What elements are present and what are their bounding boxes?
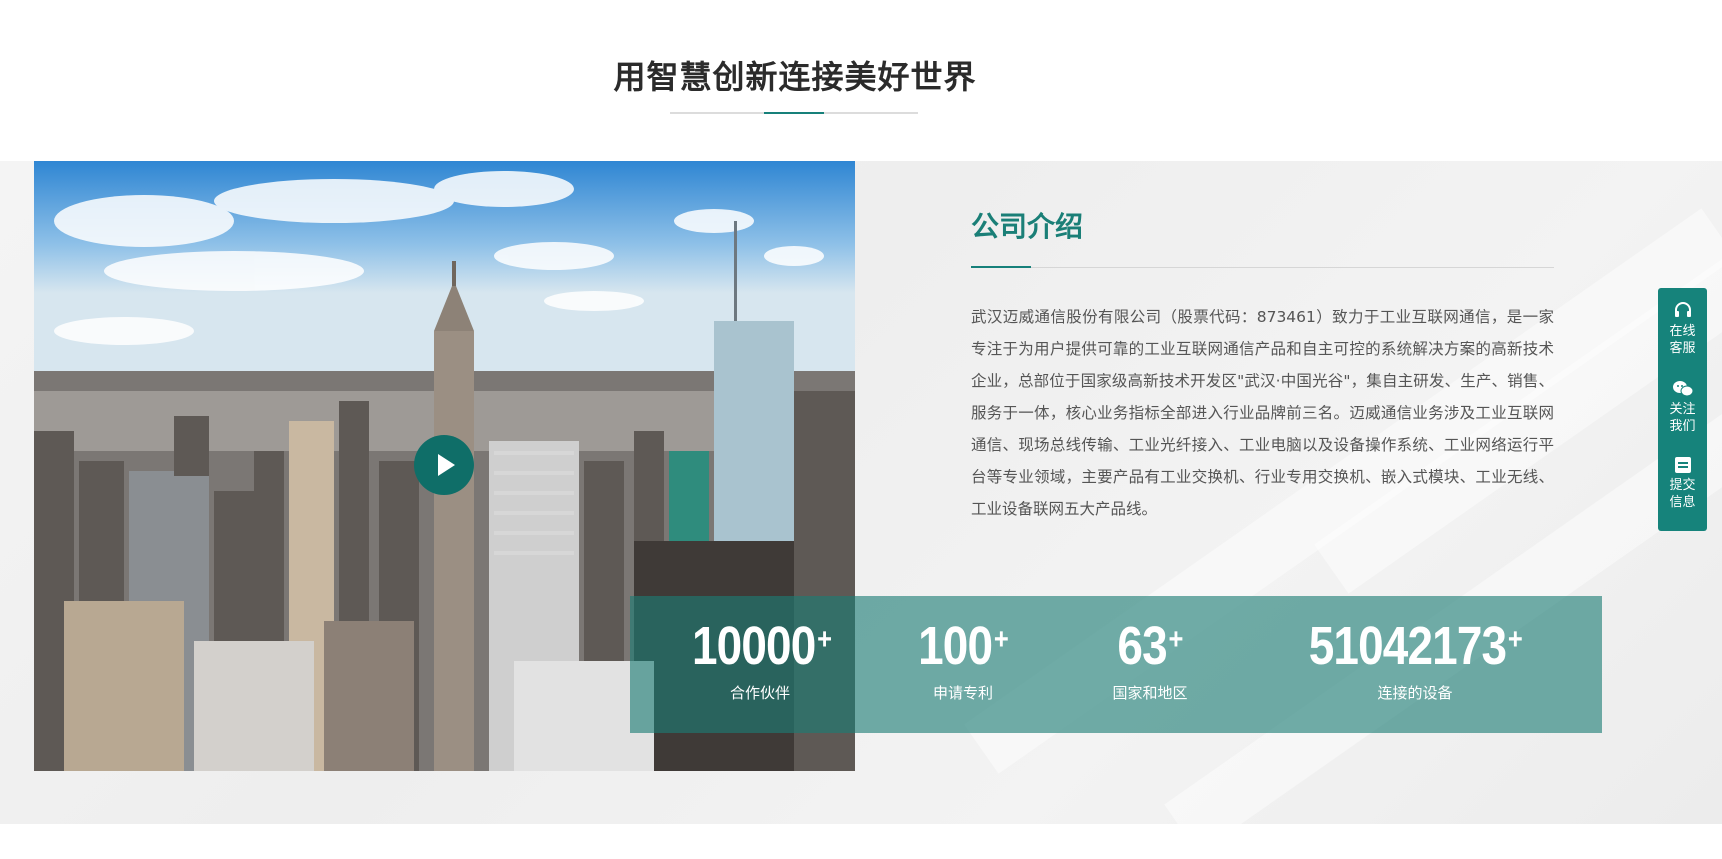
stat-devices: 51042173+ 连接的设备 bbox=[1290, 616, 1540, 703]
online-service-label: 在线客服 bbox=[1669, 324, 1696, 356]
stat-label: 国家和地区 bbox=[1112, 684, 1188, 702]
follow-us-label: 关注我们 bbox=[1669, 402, 1696, 434]
headset-icon bbox=[1674, 302, 1691, 317]
submit-info-label: 提交信息 bbox=[1669, 478, 1696, 510]
video-play-button[interactable] bbox=[414, 435, 474, 495]
floating-contact-panel: 在线客服 关注我们 提交信息 bbox=[1658, 288, 1707, 531]
follow-us-button[interactable]: 关注我们 bbox=[1658, 380, 1707, 435]
stat-label: 连接的设备 bbox=[1377, 684, 1453, 702]
stat-value: 10000+ bbox=[692, 616, 832, 676]
section-header: 用智慧创新连接美好世界 bbox=[0, 0, 1722, 160]
intro-title: 公司介绍 bbox=[971, 210, 1084, 243]
stat-label: 合作伙伴 bbox=[729, 684, 790, 702]
submit-info-button[interactable]: 提交信息 bbox=[1658, 456, 1707, 511]
stat-value: 63+ bbox=[1117, 616, 1183, 676]
wechat-icon bbox=[1672, 381, 1693, 397]
form-icon bbox=[1674, 457, 1691, 473]
stat-countries: 63+ 国家和地区 bbox=[1100, 616, 1200, 703]
stats-bar: 10000+ 合作伙伴 100+ 申请专利 63+ 国家和地区 51042173… bbox=[630, 596, 1602, 733]
play-icon bbox=[438, 454, 455, 476]
intro-text: 武汉迈威通信股份有限公司（股票代码：873461）致力于工业互联网通信，是一家专… bbox=[971, 308, 1554, 518]
stat-label: 申请专利 bbox=[932, 684, 993, 702]
company-intro: 公司介绍 武汉迈威通信股份有限公司（股票代码：873461）致力于工业互联网通信… bbox=[971, 205, 1554, 518]
stat-value: 51042173+ bbox=[1308, 616, 1523, 676]
stat-value: 100+ bbox=[918, 616, 1009, 676]
section-title: 用智慧创新连接美好世界 bbox=[613, 58, 977, 96]
intro-divider-accent bbox=[971, 266, 1031, 268]
online-service-button[interactable]: 在线客服 bbox=[1658, 302, 1707, 357]
stat-partners: 10000+ 合作伙伴 bbox=[680, 616, 840, 703]
stat-patents: 100+ 申请专利 bbox=[908, 616, 1018, 703]
title-divider-accent bbox=[764, 112, 824, 114]
title-divider bbox=[670, 112, 918, 114]
intro-divider bbox=[971, 266, 1554, 268]
